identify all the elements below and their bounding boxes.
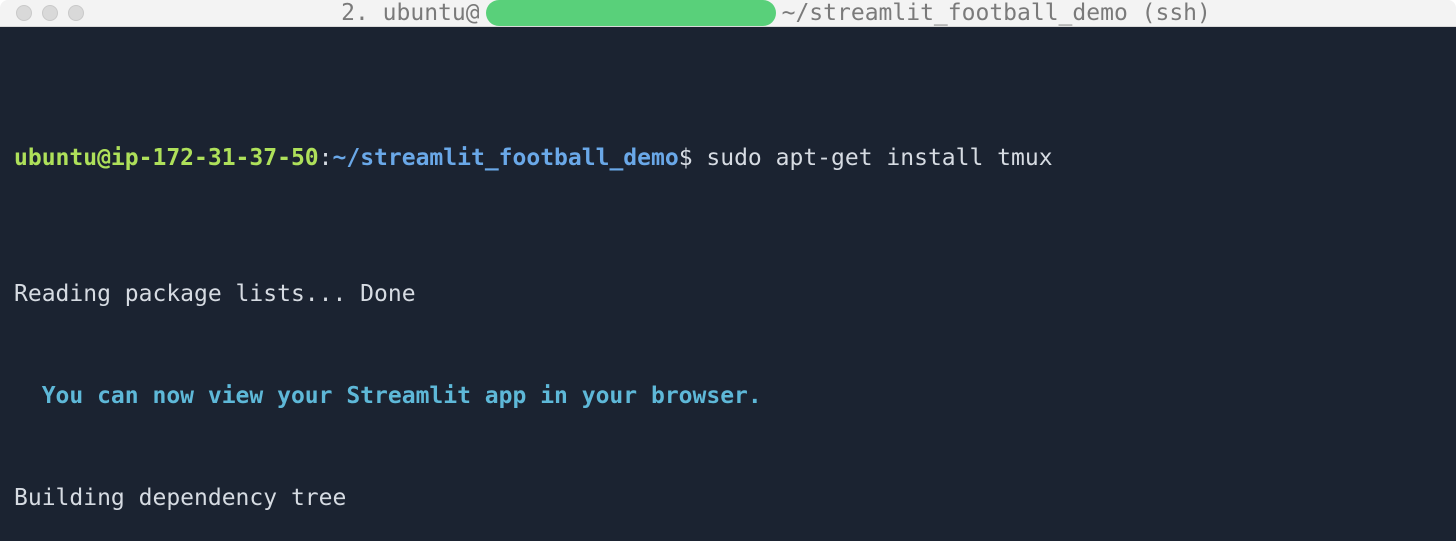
zoom-icon[interactable] — [68, 5, 84, 21]
terminal-line: ubuntu@ip-172-31-37-50:~/streamlit_footb… — [14, 141, 1442, 175]
title-prefix: 2. ubuntu@ — [341, 0, 479, 26]
window-titlebar[interactable]: 2. ubuntu@ ~/streamlit_football_demo (ss… — [0, 0, 1456, 27]
prompt-colon: : — [319, 145, 333, 171]
window-title: 2. ubuntu@ ~/streamlit_football_demo (ss… — [112, 0, 1440, 26]
terminal-viewport[interactable]: ubuntu@ip-172-31-37-50:~/streamlit_footb… — [0, 27, 1456, 541]
close-icon[interactable] — [16, 5, 32, 21]
terminal-line: Reading package lists... Done — [14, 277, 1442, 311]
terminal-window: 2. ubuntu@ ~/streamlit_football_demo (ss… — [0, 0, 1456, 541]
prompt-user-host: ubuntu@ip-172-31-37-50 — [14, 145, 319, 171]
redacted-hostname — [486, 0, 776, 26]
prompt-path: ~/streamlit_football_demo — [333, 145, 679, 171]
prompt-dollar: $ — [679, 145, 707, 171]
terminal-line: You can now view your Streamlit app in y… — [14, 379, 1442, 413]
command-text: sudo apt-get install tmux — [706, 145, 1052, 171]
window-traffic-lights — [16, 5, 84, 21]
title-path: ~/streamlit_football_demo (ssh) — [782, 0, 1211, 26]
terminal-line: Building dependency tree — [14, 481, 1442, 515]
minimize-icon[interactable] — [42, 5, 58, 21]
